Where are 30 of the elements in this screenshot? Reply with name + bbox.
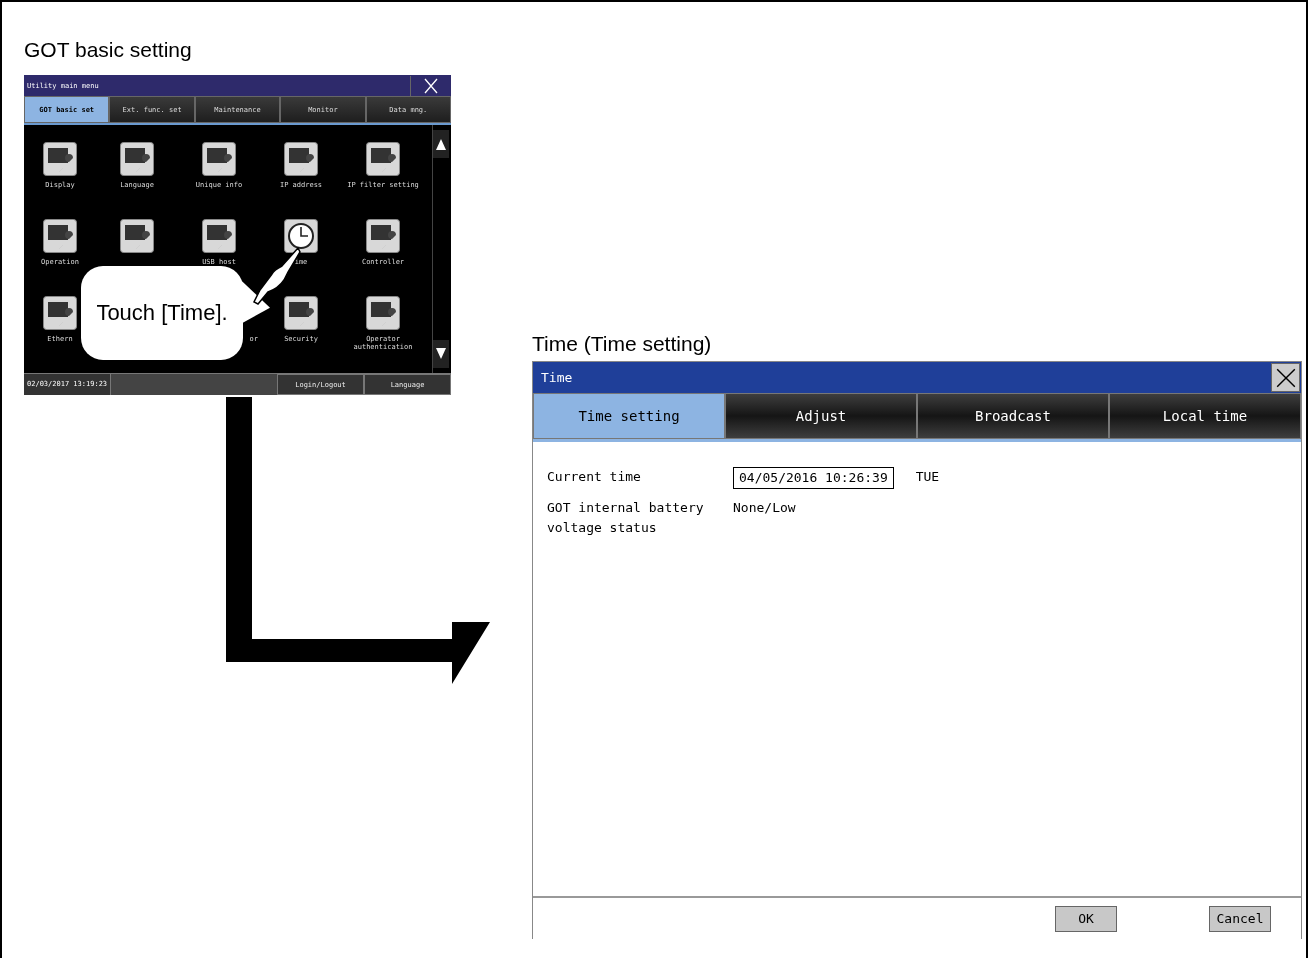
section-title: GOT basic setting (24, 37, 193, 63)
field-value: None/Low (733, 499, 796, 517)
field-label: Current time (547, 468, 642, 486)
tab[interactable]: Broadcast (917, 393, 1109, 439)
window-title: Time (540, 370, 573, 385)
wrench-tile-icon[interactable] (366, 142, 400, 176)
tab[interactable]: Local time (1109, 393, 1301, 439)
wrench-tile-icon[interactable] (366, 296, 400, 330)
wrench-tile-icon[interactable] (202, 142, 236, 176)
wrench-tile-icon[interactable] (43, 296, 77, 330)
scroll-up-icon[interactable] (433, 130, 449, 158)
wrench-tile-icon[interactable] (284, 142, 318, 176)
tab[interactable]: Adjust (725, 393, 917, 439)
wrench-tile-icon[interactable] (366, 219, 400, 253)
dialog-button[interactable]: Cancel (1209, 905, 1271, 932)
wrench-tile-icon[interactable] (43, 219, 77, 253)
tab[interactable]: Time setting (533, 393, 725, 439)
field-label: GOT internal battery voltage status (547, 499, 705, 537)
wrench-tile-icon[interactable] (202, 219, 236, 253)
dialog-button[interactable]: OK (1055, 905, 1117, 932)
close-button[interactable] (1271, 363, 1300, 392)
time-field[interactable]: 04/05/2016 10:26:39 (733, 467, 894, 489)
wrench-tile-icon[interactable] (120, 142, 154, 176)
wrench-tile-icon[interactable] (120, 219, 154, 253)
clock-icon[interactable] (284, 219, 318, 253)
scroll-down-icon[interactable] (433, 340, 449, 368)
weekday-text: TUE (915, 468, 940, 486)
dialog-caption: Time (Time setting) (532, 331, 713, 357)
wrench-tile-icon[interactable] (43, 142, 77, 176)
wrench-tile-icon[interactable] (284, 296, 318, 330)
